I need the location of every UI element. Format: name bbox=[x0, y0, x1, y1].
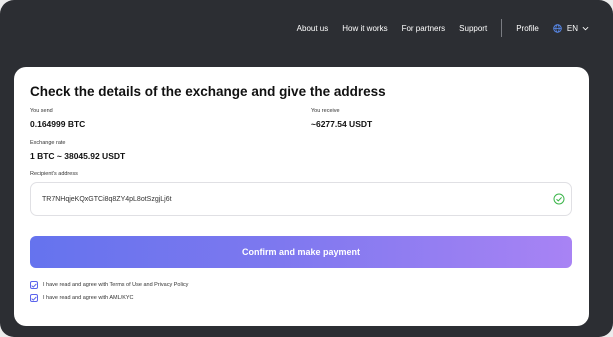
amlkyc-label: I have read and agree with AML/KYC bbox=[43, 295, 134, 301]
recipient-address-label: Recipient's address bbox=[30, 171, 78, 177]
nav-for-partners[interactable]: For partners bbox=[402, 24, 446, 33]
confirm-payment-button[interactable]: Confirm and make payment bbox=[30, 236, 572, 268]
you-receive-value: ~6277.54 USDT bbox=[311, 119, 373, 129]
amlkyc-checkbox[interactable] bbox=[30, 294, 38, 302]
recipient-address-field[interactable]: TR7NHqjeKQxGTCi8q8ZY4pL8otSzgjLj6t bbox=[30, 182, 572, 216]
language-code: EN bbox=[566, 23, 578, 33]
page-title: Check the details of the exchange and gi… bbox=[30, 84, 386, 99]
chevron-down-icon bbox=[582, 26, 589, 31]
you-send-value: 0.164999 BTC bbox=[30, 119, 86, 129]
terms-checkbox-row[interactable]: I have read and agree with Terms of Use … bbox=[30, 281, 188, 289]
exchange-card: Check the details of the exchange and gi… bbox=[14, 67, 589, 326]
check-circle-icon bbox=[553, 193, 565, 207]
recipient-address-value: TR7NHqjeKQxGTCi8q8ZY4pL8otSzgjLj6t bbox=[42, 195, 172, 203]
exchange-rate-value: 1 BTC ~ 38045.92 USDT bbox=[30, 151, 126, 161]
you-send-label: You send bbox=[30, 108, 53, 114]
nav-divider bbox=[501, 19, 503, 37]
checkmark-icon bbox=[31, 283, 37, 288]
nav-how-it-works[interactable]: How it works bbox=[342, 24, 387, 33]
nav-support[interactable]: Support bbox=[459, 24, 487, 33]
top-nav: About us How it works For partners Suppo… bbox=[283, 0, 613, 56]
language-selector[interactable]: EN bbox=[553, 24, 589, 33]
terms-label: I have read and agree with Terms of Use … bbox=[43, 282, 189, 288]
exchange-rate-label: Exchange rate bbox=[30, 140, 66, 146]
globe-icon bbox=[553, 23, 562, 33]
nav-profile[interactable]: Profile bbox=[516, 24, 539, 33]
terms-checkbox[interactable] bbox=[30, 281, 38, 289]
amlkyc-checkbox-row[interactable]: I have read and agree with AML/KYC bbox=[30, 294, 134, 302]
nav-about-us[interactable]: About us bbox=[297, 24, 329, 33]
app-frame: About us How it works For partners Suppo… bbox=[0, 0, 613, 337]
you-receive-label: You receive bbox=[311, 108, 340, 114]
checkmark-icon bbox=[31, 296, 37, 301]
